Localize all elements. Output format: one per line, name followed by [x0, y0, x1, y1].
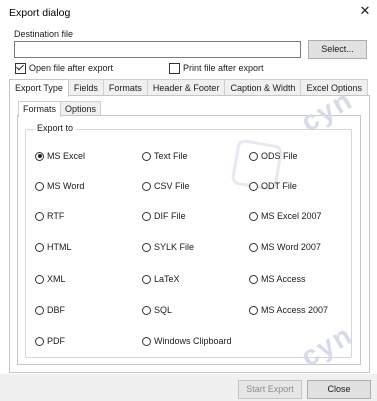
tab-header-footer[interactable]: Header & Footer: [146, 79, 226, 96]
radio-unselected-icon: [142, 181, 151, 191]
subtab-formats[interactable]: Formats: [18, 101, 62, 117]
export-to-label: Export to: [34, 123, 77, 133]
radio-label: XML: [47, 274, 66, 284]
radio-ms-word[interactable]: MS Word: [35, 180, 84, 192]
radio-unselected-icon: [35, 242, 44, 252]
radio-label: ODS File: [261, 151, 298, 161]
radio-label: Windows Clipboard: [154, 336, 232, 346]
tab-export-type[interactable]: Export Type: [9, 79, 69, 97]
radio-unselected-icon: [35, 211, 44, 221]
destination-label: Destination file: [14, 29, 74, 39]
open-after-export-checkbox[interactable]: Open file after export: [15, 62, 113, 74]
radio-unselected-icon: [249, 211, 258, 221]
radio-unselected-icon: [142, 211, 151, 221]
radio-label: Text File: [154, 151, 188, 161]
print-after-export-label: Print file after export: [183, 63, 264, 73]
radio-odt-file[interactable]: ODT File: [249, 180, 297, 192]
radio-rtf[interactable]: RTF: [35, 210, 64, 222]
tab-caption-width[interactable]: Caption & Width: [224, 79, 302, 96]
tab-excel-options[interactable]: Excel Options: [300, 79, 369, 96]
radio-unselected-icon: [35, 336, 44, 346]
radio-label: MS Word: [47, 181, 85, 191]
radio-label: RTF: [47, 211, 65, 221]
main-tabs: Export Type Fields Formats Header & Foot…: [9, 79, 369, 97]
radio-unselected-icon: [35, 181, 44, 191]
radio-sylk-file[interactable]: SYLK File: [142, 241, 194, 253]
radio-unselected-icon: [142, 305, 151, 315]
close-button[interactable]: Close: [307, 380, 371, 399]
radio-unselected-icon: [35, 274, 44, 284]
checkbox-checked-icon: [15, 62, 26, 74]
radio-label: MS Excel 2007: [261, 211, 322, 221]
radio-label: CSV File: [154, 181, 190, 191]
radio-label: MS Excel: [47, 151, 86, 161]
radio-label: ODT File: [261, 181, 297, 191]
radio-unselected-icon: [142, 336, 151, 346]
radio-label: SYLK File: [154, 242, 195, 252]
radio-unselected-icon: [249, 181, 258, 191]
radio-label: LaTeX: [154, 274, 180, 284]
radio-unselected-icon: [142, 274, 151, 284]
radio-unselected-icon: [249, 151, 258, 161]
radio-label: MS Access: [261, 274, 306, 284]
radio-unselected-icon: [249, 305, 258, 315]
print-after-export-checkbox[interactable]: Print file after export: [169, 62, 264, 74]
radio-label: SQL: [154, 305, 173, 315]
radio-label: PDF: [47, 336, 65, 346]
radio-windows-clipboard[interactable]: Windows Clipboard: [142, 335, 232, 347]
destination-file-input[interactable]: [14, 41, 301, 58]
radio-pdf[interactable]: PDF: [35, 335, 65, 347]
radio-unselected-icon: [142, 242, 151, 252]
radio-label: DBF: [47, 305, 65, 315]
radio-sql[interactable]: SQL: [142, 304, 172, 316]
radio-label: MS Word 2007: [261, 242, 321, 252]
title-bar: Export dialog ✕: [0, 0, 377, 24]
radio-label: DIF File: [154, 211, 186, 221]
radio-ms-access-2007[interactable]: MS Access 2007: [249, 304, 328, 316]
radio-html[interactable]: HTML: [35, 241, 72, 253]
checkbox-unchecked-icon: [169, 62, 180, 74]
select-file-button[interactable]: Select...: [308, 40, 367, 59]
radio-ods-file[interactable]: ODS File: [249, 150, 298, 162]
start-export-button[interactable]: Start Export: [238, 380, 302, 399]
radio-selected-icon: [35, 151, 44, 161]
radio-ms-excel[interactable]: MS Excel: [35, 150, 85, 162]
radio-label: MS Access 2007: [261, 305, 329, 315]
tab-fields[interactable]: Fields: [67, 79, 104, 96]
radio-csv-file[interactable]: CSV File: [142, 180, 190, 192]
open-after-export-label: Open file after export: [29, 63, 114, 73]
radio-label: HTML: [47, 242, 72, 252]
radio-latex[interactable]: LaTeX: [142, 273, 180, 285]
close-icon[interactable]: ✕: [357, 3, 373, 19]
sub-tabs: Formats Options: [18, 101, 102, 117]
radio-unselected-icon: [249, 274, 258, 284]
radio-xml[interactable]: XML: [35, 273, 66, 285]
radio-unselected-icon: [142, 151, 151, 161]
radio-ms-access[interactable]: MS Access: [249, 273, 306, 285]
dialog-title: Export dialog: [9, 7, 71, 19]
radio-text-file[interactable]: Text File: [142, 150, 188, 162]
radio-unselected-icon: [249, 242, 258, 252]
radio-ms-excel-2007[interactable]: MS Excel 2007: [249, 210, 322, 222]
radio-dif-file[interactable]: DIF File: [142, 210, 186, 222]
tab-formats[interactable]: Formats: [102, 79, 148, 96]
radio-unselected-icon: [35, 305, 44, 315]
subtab-options[interactable]: Options: [60, 101, 102, 116]
radio-ms-word-2007[interactable]: MS Word 2007: [249, 241, 321, 253]
radio-dbf[interactable]: DBF: [35, 304, 65, 316]
